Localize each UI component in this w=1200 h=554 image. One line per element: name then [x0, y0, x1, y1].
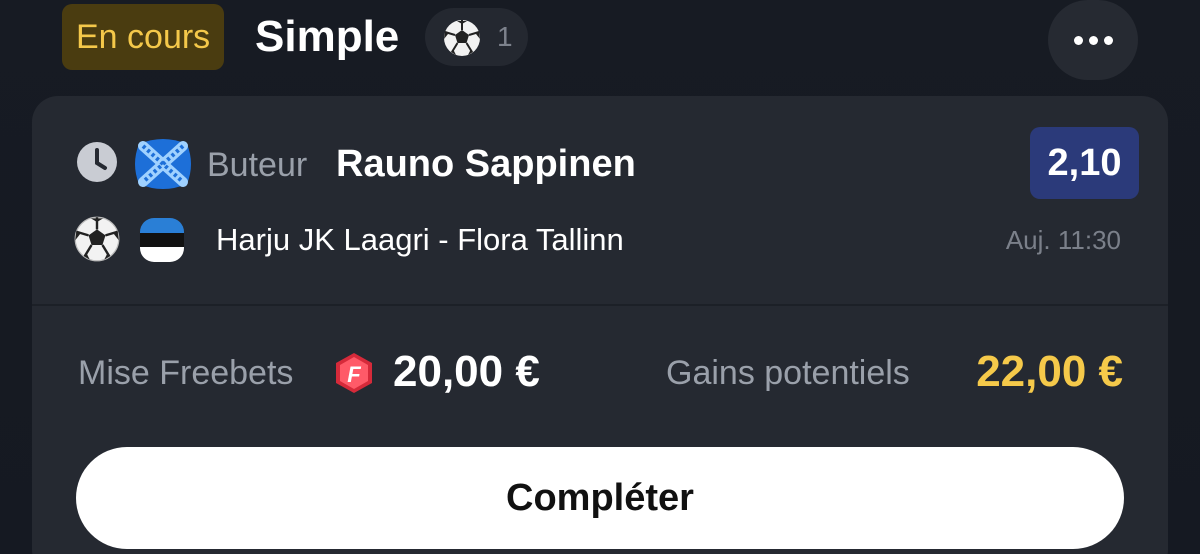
- more-horizontal-icon: [1073, 35, 1083, 45]
- football-icon: [74, 216, 120, 267]
- svg-text:F: F: [347, 362, 361, 387]
- sport-count-chip: 1: [425, 8, 528, 66]
- gains-value: 22,00 €: [976, 347, 1123, 396]
- more-dot: [1103, 35, 1113, 45]
- selection-name: Rauno Sappinen: [336, 143, 636, 185]
- estonia-flag-icon: [140, 218, 184, 267]
- divider: [32, 304, 1168, 306]
- match-time: Auj. 11:30: [1005, 225, 1121, 255]
- more-dot: [1088, 35, 1098, 45]
- complete-button[interactable]: Compléter: [76, 447, 1124, 549]
- gains-label: Gains potentiels: [666, 354, 910, 392]
- odds-button[interactable]: 2,10: [1030, 127, 1139, 199]
- freebet-icon: F: [332, 351, 376, 400]
- clock-icon: [76, 141, 118, 188]
- stake-value: 20,00 €: [393, 347, 540, 396]
- stake-label: Mise Freebets: [78, 354, 294, 392]
- market-label: Buteur: [207, 146, 308, 184]
- status-badge: En cours: [62, 4, 225, 70]
- team-crest-icon: [133, 136, 193, 197]
- more-options-button[interactable]: [1048, 0, 1138, 80]
- bet-screen: En cours Simple 1 Buteur Rauno Sappinen …: [0, 0, 1200, 554]
- bet-type-title: Simple: [255, 12, 400, 61]
- football-icon: [443, 19, 481, 62]
- selection-count: 1: [497, 21, 513, 52]
- match-name[interactable]: Harju JK Laagri - Flora Tallinn: [216, 221, 624, 259]
